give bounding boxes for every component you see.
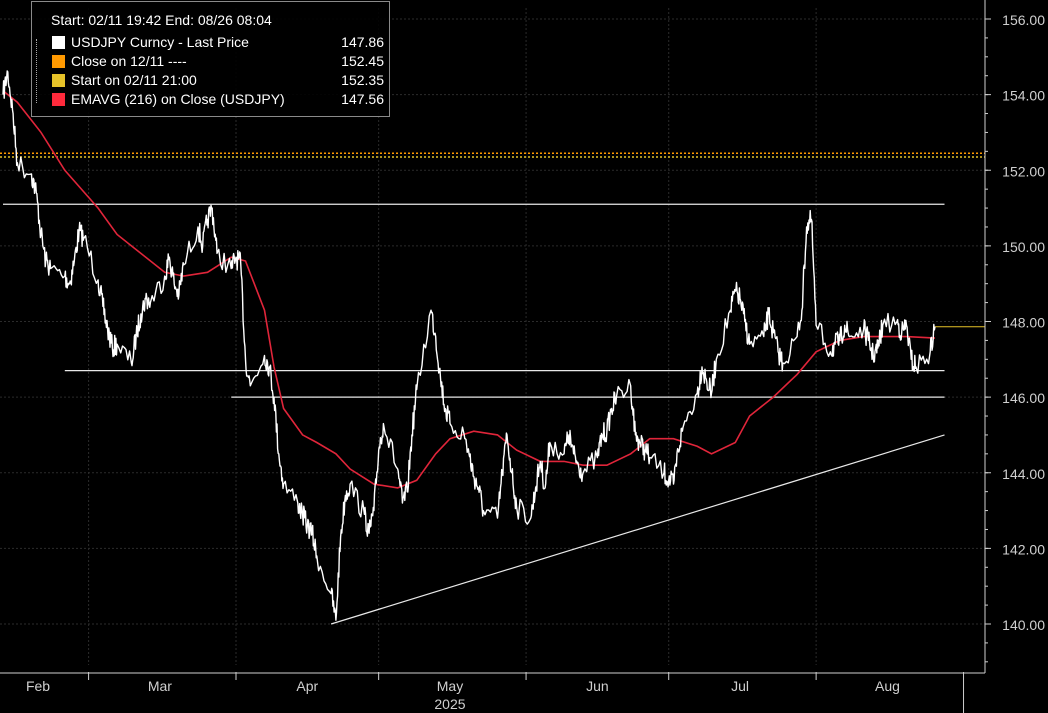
legend-label: EMAVG (216) on Close (USDJPY) xyxy=(71,91,285,107)
y-tick-label: 150.00 xyxy=(1002,239,1045,255)
y-tick-label: 148.00 xyxy=(1002,315,1045,331)
legend-entry-ema[interactable]: EMAVG (216) on Close (USDJPY) 147.56 xyxy=(38,90,386,109)
y-tick-label: 146.00 xyxy=(1002,390,1045,406)
legend-swatch-close xyxy=(52,55,65,68)
legend-value: 152.35 xyxy=(341,72,384,88)
legend-date-range: Start: 02/11 19:42 End: 08/26 08:04 xyxy=(51,12,272,28)
y-tick-label: 144.00 xyxy=(1002,466,1045,482)
legend-entry-start[interactable]: Start on 02/11 21:00 152.35 xyxy=(38,71,386,90)
y-tick-label: 152.00 xyxy=(1002,163,1045,179)
legend-value: 152.45 xyxy=(341,53,384,69)
legend-label: Start on 02/11 21:00 xyxy=(71,72,197,88)
x-tick-label: May xyxy=(437,678,463,694)
legend-entry-close[interactable]: Close on 12/11 ---- 152.45 xyxy=(38,52,386,71)
y-tick-label: 140.00 xyxy=(1002,617,1045,633)
legend-swatch-start xyxy=(52,74,65,87)
legend-swatch-price xyxy=(52,36,65,49)
chart-stage: 156.00 154.00 152.00 150.00 148.00 146.00 144.… xyxy=(0,0,1048,713)
legend-label: Close on 12/11 ---- xyxy=(71,53,187,69)
legend-label: USDJPY Curncy - Last Price xyxy=(71,34,249,50)
legend-swatch-ema xyxy=(52,93,65,106)
x-tick-label: Feb xyxy=(26,678,50,694)
x-tick-label: Apr xyxy=(296,678,318,694)
x-tick-label: Jul xyxy=(731,678,749,694)
y-tick-label: 156.00 xyxy=(1002,12,1045,28)
x-year-label: 2025 xyxy=(434,696,465,712)
legend-entry-price[interactable]: USDJPY Curncy - Last Price 147.86 xyxy=(38,33,386,52)
y-tick-label: 154.00 xyxy=(1002,88,1045,104)
y-tick-label: 142.00 xyxy=(1002,541,1045,557)
x-tick-label: Aug xyxy=(875,678,900,694)
legend-value: 147.56 xyxy=(341,91,384,107)
legend-value: 147.86 xyxy=(341,34,384,50)
x-tick-label: Mar xyxy=(148,678,172,694)
x-tick-label: Jun xyxy=(586,678,609,694)
chart-legend[interactable]: Start: 02/11 19:42 End: 08/26 08:04 USDJ… xyxy=(31,1,390,117)
legend-tree-connector xyxy=(36,39,37,103)
